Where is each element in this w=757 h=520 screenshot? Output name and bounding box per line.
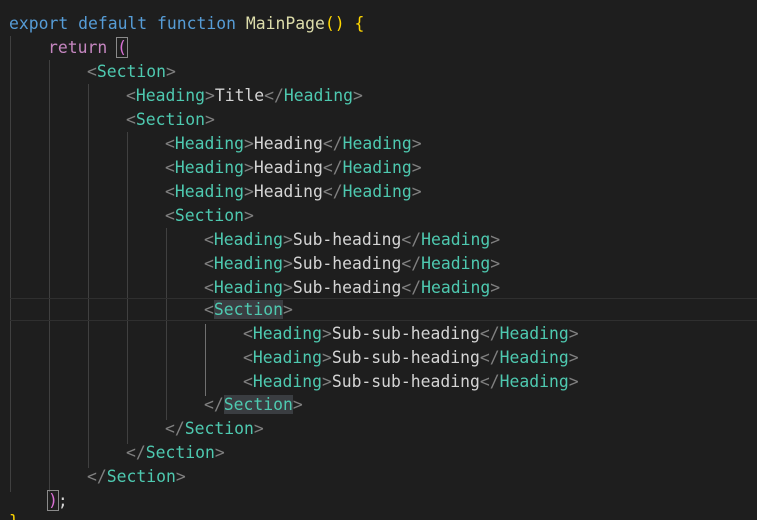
code-line-4[interactable]: <Heading>Title</Heading> xyxy=(126,84,363,108)
code-line-9[interactable]: <Section> xyxy=(165,204,254,228)
code-line-6[interactable]: <Heading>Heading</Heading> xyxy=(165,132,422,156)
indent-guide xyxy=(49,60,50,492)
code-editor[interactable]: export default function MainPage() { ret… xyxy=(0,0,757,520)
code-line-19[interactable]: </Section> xyxy=(126,441,225,465)
indent-guide-active xyxy=(205,324,206,396)
code-line-13[interactable]: <Section> xyxy=(204,298,293,322)
code-line-8[interactable]: <Heading>Heading</Heading> xyxy=(165,180,422,204)
code-line-16[interactable]: <Heading>Sub-sub-heading</Heading> xyxy=(243,370,579,394)
code-line-18[interactable]: </Section> xyxy=(165,417,264,441)
code-line-20[interactable]: </Section> xyxy=(87,465,186,489)
code-line-10[interactable]: <Heading>Sub-heading</Heading> xyxy=(204,228,500,252)
code-line-2[interactable]: return ( xyxy=(48,36,128,60)
indent-guide xyxy=(88,84,89,468)
current-line-highlight xyxy=(10,298,757,321)
matched-bracket-open: ( xyxy=(116,37,128,58)
code-line-3[interactable]: <Section> xyxy=(87,60,176,84)
code-line-11[interactable]: <Heading>Sub-heading</Heading> xyxy=(204,252,500,276)
code-line-12[interactable]: <Heading>Sub-heading</Heading> xyxy=(204,276,500,300)
code-line-14[interactable]: <Heading>Sub-sub-heading</Heading> xyxy=(243,322,579,346)
code-line-15[interactable]: <Heading>Sub-sub-heading</Heading> xyxy=(243,346,579,370)
highlighted-tag-open: Section xyxy=(213,300,283,319)
code-line-17[interactable]: </Section> xyxy=(204,393,303,417)
indent-guide xyxy=(10,36,11,492)
code-line-1[interactable]: export default function MainPage() { xyxy=(9,12,364,36)
code-line-21[interactable]: ); xyxy=(47,489,68,513)
matched-bracket-close: ) xyxy=(47,490,59,511)
indent-guide xyxy=(166,228,167,420)
indent-guide xyxy=(127,132,128,444)
highlighted-tag-close: Section xyxy=(223,395,293,414)
code-line-22[interactable]: } xyxy=(9,510,19,520)
code-line-5[interactable]: <Section> xyxy=(126,108,215,132)
code-line-7[interactable]: <Heading>Heading</Heading> xyxy=(165,156,422,180)
